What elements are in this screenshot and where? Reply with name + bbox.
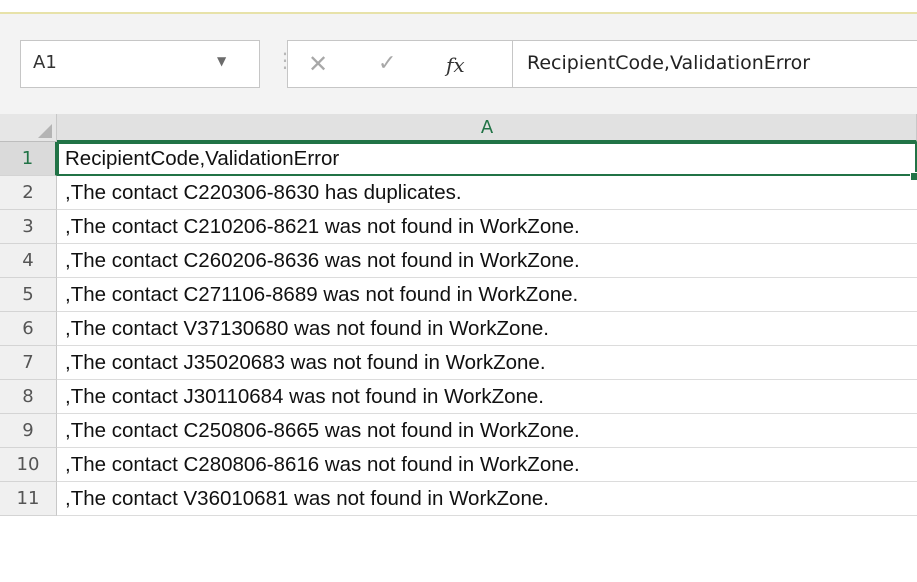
formula-value: RecipientCode,ValidationError [527,52,811,74]
formula-bar: A1 ▼ ⋮ ✕ ✓ fx RecipientCode,ValidationEr… [0,14,917,114]
row-header[interactable]: 6 [0,312,57,346]
formula-buttons: ✕ ✓ fx [287,40,512,88]
ribbon-edge [0,0,917,14]
cell[interactable]: ,The contact C260206-8636 was not found … [57,244,917,278]
table-row: 8 ,The contact J30110684 was not found i… [0,380,917,414]
row-header[interactable]: 5 [0,278,57,312]
table-row: 10 ,The contact C280806-8616 was not fou… [0,448,917,482]
formula-input[interactable]: RecipientCode,ValidationError [512,40,917,88]
fx-icon[interactable]: fx [446,50,465,80]
table-row: 6 ,The contact V37130680 was not found i… [0,312,917,346]
cell[interactable]: ,The contact C271106-8689 was not found … [57,278,917,312]
row-header[interactable]: 8 [0,380,57,414]
cell[interactable]: ,The contact V36010681 was not found in … [57,482,917,516]
cell[interactable]: ,The contact V37130680 was not found in … [57,312,917,346]
cell[interactable]: ,The contact C220306-8630 has duplicates… [57,176,917,210]
fill-handle[interactable] [910,172,917,181]
chevron-down-icon[interactable]: ▼ [217,54,226,68]
close-icon[interactable]: ✕ [308,49,328,79]
table-row: 7 ,The contact J35020683 was not found i… [0,346,917,380]
table-row: 4 ,The contact C260206-8636 was not foun… [0,244,917,278]
row-header[interactable]: 11 [0,482,57,516]
check-icon[interactable]: ✓ [378,49,396,79]
cell[interactable]: RecipientCode,ValidationError [57,142,917,176]
row-header[interactable]: 3 [0,210,57,244]
cell[interactable]: ,The contact C280806-8616 was not found … [57,448,917,482]
rows-container: 1 RecipientCode,ValidationError 2 ,The c… [0,142,917,516]
name-box[interactable]: A1 ▼ [20,40,260,88]
select-all-button[interactable] [0,114,57,142]
table-row: 11 ,The contact V36010681 was not found … [0,482,917,516]
table-row: 2 ,The contact C220306-8630 has duplicat… [0,176,917,210]
name-box-value: A1 [33,52,57,73]
row-header[interactable]: 2 [0,176,57,210]
row-header[interactable]: 4 [0,244,57,278]
table-row: 5 ,The contact C271106-8689 was not foun… [0,278,917,312]
select-all-triangle-icon [38,124,52,138]
worksheet-grid: A 1 RecipientCode,ValidationError 2 ,The… [0,114,917,582]
cell[interactable]: ,The contact J30110684 was not found in … [57,380,917,414]
cell[interactable]: ,The contact C250806-8665 was not found … [57,414,917,448]
table-row: 9 ,The contact C250806-8665 was not foun… [0,414,917,448]
row-header[interactable]: 9 [0,414,57,448]
column-header-label: A [480,117,494,138]
row-header[interactable]: 1 [0,142,57,176]
row-header[interactable]: 10 [0,448,57,482]
cell[interactable]: ,The contact C210206-8621 was not found … [57,210,917,244]
spreadsheet-window: A1 ▼ ⋮ ✕ ✓ fx RecipientCode,ValidationEr… [0,0,917,582]
column-header-a[interactable]: A [57,114,917,142]
table-row: 3 ,The contact C210206-8621 was not foun… [0,210,917,244]
cell[interactable]: ,The contact J35020683 was not found in … [57,346,917,380]
row-header[interactable]: 7 [0,346,57,380]
table-row: 1 RecipientCode,ValidationError [0,142,917,176]
